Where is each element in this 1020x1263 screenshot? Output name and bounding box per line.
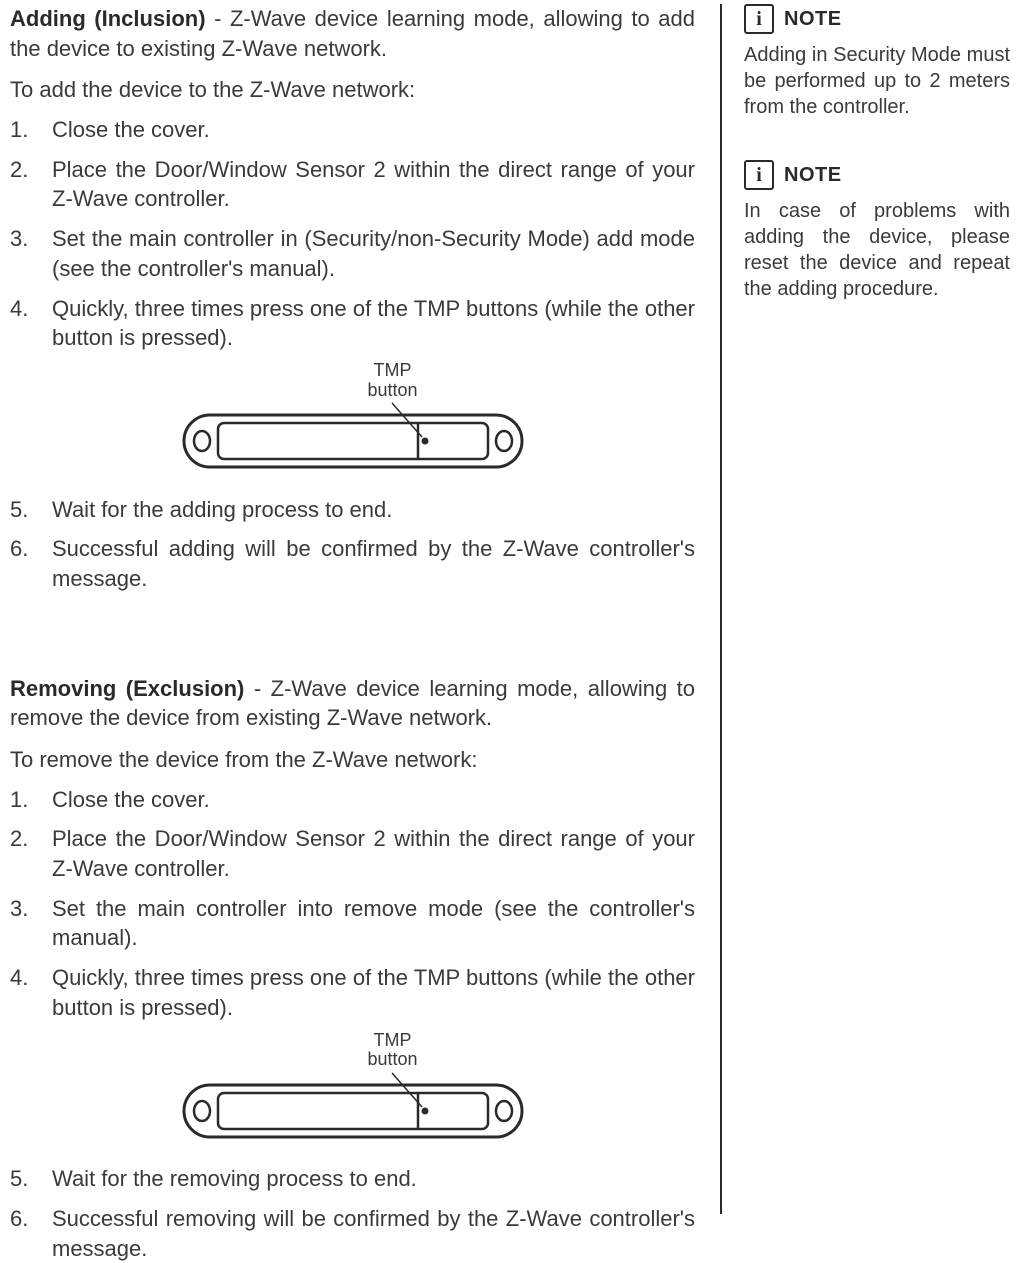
diagram-label-line1: TMP — [374, 360, 412, 380]
note-1-header: i NOTE — [744, 4, 1010, 34]
list-item: Wait for the removing process to end. — [10, 1164, 695, 1194]
list-item: Close the cover. — [10, 115, 695, 145]
info-icon: i — [744, 4, 774, 34]
note-title: NOTE — [784, 162, 842, 189]
device-svg — [178, 1033, 528, 1143]
removing-intro: Removing (Exclusion) - Z-Wave device lea… — [10, 674, 695, 733]
list-item: Set the main controller in (Security/non… — [10, 224, 695, 283]
note-2-header: i NOTE — [744, 160, 1010, 190]
diagram-label-line1: TMP — [374, 1030, 412, 1050]
list-item: Place the Door/Window Sensor 2 within th… — [10, 155, 695, 214]
list-item: Successful adding will be confirmed by t… — [10, 534, 695, 593]
info-glyph: i — [756, 9, 762, 29]
note-title: NOTE — [784, 6, 842, 33]
removing-lead: To remove the device from the Z-Wave net… — [10, 745, 695, 775]
list-item: Successful removing will be confirmed by… — [10, 1204, 695, 1263]
list-item: Wait for the adding process to end. — [10, 495, 695, 525]
adding-title: Adding (Inclusion) — [10, 6, 206, 31]
adding-lead: To add the device to the Z-Wave network: — [10, 75, 695, 105]
diagram-label: TMP button — [368, 1031, 418, 1071]
main-column: Adding (Inclusion) - Z-Wave device learn… — [10, 4, 720, 1214]
diagram-label-line2: button — [368, 1049, 418, 1069]
adding-steps-1-4: Close the cover. Place the Door/Window S… — [10, 115, 695, 353]
device-svg — [178, 363, 528, 473]
list-item: Quickly, three times press one of the TM… — [10, 294, 695, 353]
note-2-body: In case of problems with adding the de­v… — [744, 198, 1010, 302]
info-icon: i — [744, 160, 774, 190]
removing-title: Removing (Exclusion) — [10, 676, 244, 701]
removing-steps-1-4: Close the cover. Place the Door/Window S… — [10, 785, 695, 1023]
list-item: Close the cover. — [10, 785, 695, 815]
removing-steps-5-6: Wait for the removing process to end. Su… — [10, 1164, 695, 1263]
adding-steps-5-6: Wait for the adding process to end. Succ… — [10, 495, 695, 594]
list-item: Set the main controller into remove mode… — [10, 894, 695, 953]
info-glyph: i — [756, 165, 762, 185]
sidebar: i NOTE Adding in Security Mode must be p… — [720, 4, 1010, 1214]
diagram-label-line2: button — [368, 380, 418, 400]
diagram-label: TMP button — [368, 361, 418, 401]
note-1-body: Adding in Security Mode must be per­form… — [744, 42, 1010, 120]
tmp-button-diagram: TMP button — [178, 363, 528, 481]
tmp-button-diagram-2: TMP button — [178, 1033, 528, 1151]
list-item: Quickly, three times press one of the TM… — [10, 963, 695, 1022]
list-item: Place the Door/Window Sensor 2 within th… — [10, 824, 695, 883]
adding-intro: Adding (Inclusion) - Z-Wave device learn… — [10, 4, 695, 63]
